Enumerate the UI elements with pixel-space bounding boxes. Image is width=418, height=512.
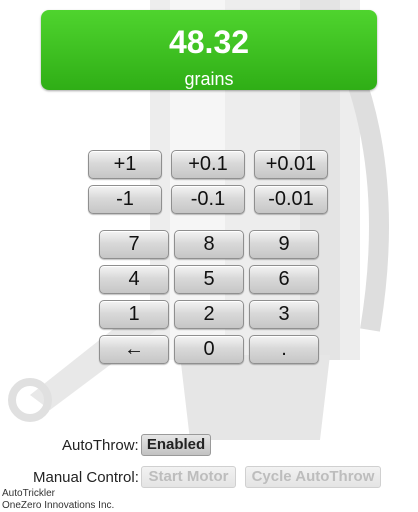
manual-control-label: Manual Control: bbox=[33, 469, 139, 486]
minus-0-1-button[interactable]: -0.1 bbox=[171, 185, 245, 214]
company-name: OneZero Innovations Inc. bbox=[2, 500, 115, 511]
app-name: AutoTrickler bbox=[2, 488, 55, 499]
key-7[interactable]: 7 bbox=[99, 230, 169, 259]
autothrow-label: AutoThrow: bbox=[62, 437, 139, 454]
plus-1-button[interactable]: +1 bbox=[88, 150, 162, 179]
plus-0-1-button[interactable]: +0.1 bbox=[171, 150, 245, 179]
weight-display: 48.32 grains bbox=[41, 10, 377, 90]
key-1[interactable]: 1 bbox=[99, 300, 169, 329]
key-8[interactable]: 8 bbox=[174, 230, 244, 259]
key-5[interactable]: 5 bbox=[174, 265, 244, 294]
weight-value: 48.32 bbox=[168, 24, 250, 60]
start-motor-button[interactable]: Start Motor bbox=[141, 466, 236, 488]
key-2[interactable]: 2 bbox=[174, 300, 244, 329]
cycle-autothrow-button[interactable]: Cycle AutoThrow bbox=[245, 466, 381, 488]
backspace-key[interactable]: ← bbox=[99, 335, 169, 364]
minus-0-01-button[interactable]: -0.01 bbox=[254, 185, 328, 214]
key-0[interactable]: 0 bbox=[174, 335, 244, 364]
key-6[interactable]: 6 bbox=[249, 265, 319, 294]
minus-1-button[interactable]: -1 bbox=[88, 185, 162, 214]
key-decimal[interactable]: . bbox=[249, 335, 319, 364]
key-4[interactable]: 4 bbox=[99, 265, 169, 294]
key-3[interactable]: 3 bbox=[249, 300, 319, 329]
autothrow-enabled-button[interactable]: Enabled bbox=[141, 434, 211, 456]
plus-0-01-button[interactable]: +0.01 bbox=[254, 150, 328, 179]
key-9[interactable]: 9 bbox=[249, 230, 319, 259]
weight-unit: grains bbox=[184, 69, 234, 89]
